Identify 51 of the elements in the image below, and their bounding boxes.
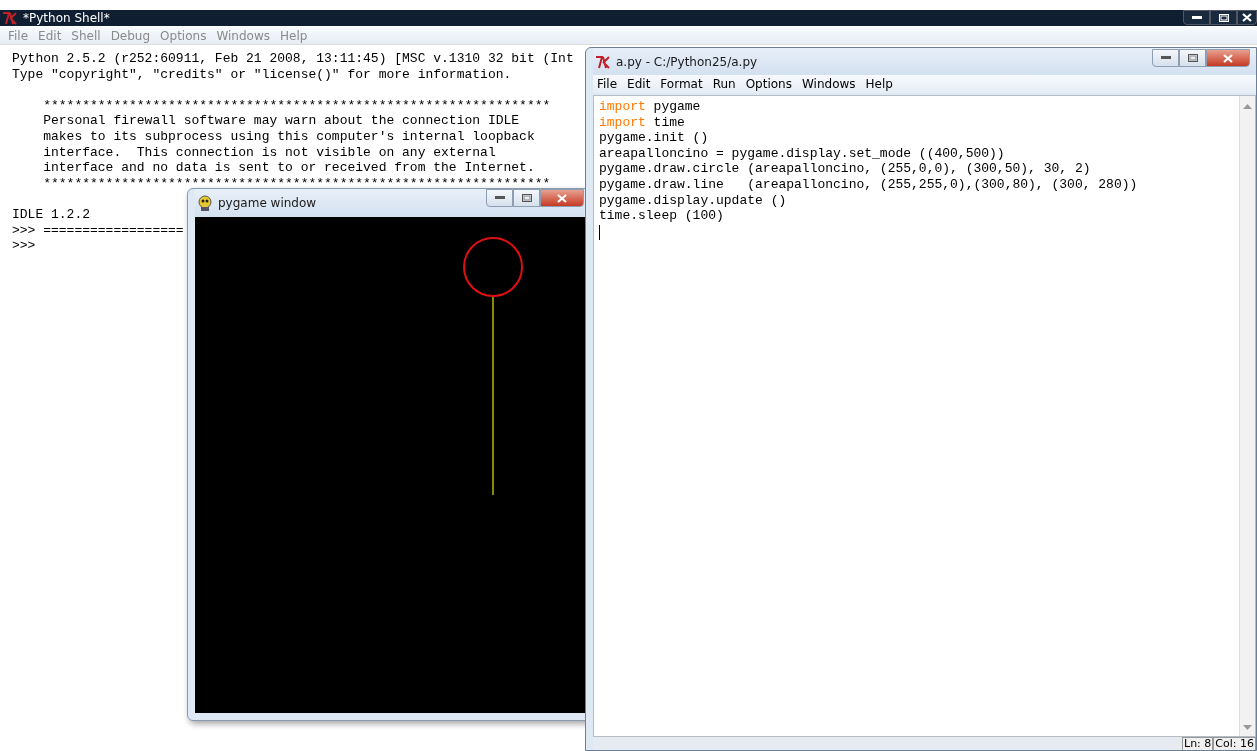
ring-shape <box>463 237 523 297</box>
code-line: time.sleep (100) <box>599 208 724 224</box>
scroll-down-icon[interactable] <box>1243 725 1252 730</box>
code-line: areapalloncino = pygame.display.set_mode ((400,500)) <box>599 145 1005 162</box>
output-line: makes to its subprocess using this computer's internal loopback <box>42 128 535 145</box>
maximize-button[interactable] <box>1179 49 1206 67</box>
code-line: import pygame <box>599 99 701 115</box>
line-number: Ln: 8 <box>1182 737 1214 750</box>
output-line: interface and no data is sent to or received from the Internet. <box>42 160 535 176</box>
window-title: a.py - C:/Python25/a.py <box>616 54 758 69</box>
minimize-icon[interactable] <box>1160 56 1171 60</box>
menu-item[interactable]: Edit <box>627 77 651 91</box>
minimize-icon[interactable] <box>1191 15 1202 20</box>
minimize-icon[interactable] <box>494 196 505 200</box>
output-line: IDLE 1.2.2 <box>12 206 90 223</box>
text-cursor <box>599 224 600 240</box>
code-line: pygame.draw.circle (areapalloncino, (255,0,0), (300,50), 30, 2) <box>599 161 1091 177</box>
output-line: Python 2.5.2 (r252:60911, Feb 21 2008, 13:11:45) [MSC v.1310 32 bit (Int <box>12 51 574 67</box>
window-title: *Python Shell* <box>23 11 110 25</box>
maximize-button[interactable] <box>1210 10 1237 25</box>
output-line: interface. This connection is not visible on any external <box>42 144 496 161</box>
column-number: Col: 16 <box>1213 737 1256 750</box>
menu-item[interactable]: Options <box>745 77 792 91</box>
output-line: Personal firewall software may warn about the connection IDLE <box>42 113 520 129</box>
close-button[interactable] <box>1237 10 1257 25</box>
code-line: import time <box>599 114 685 131</box>
minimize-button[interactable] <box>1183 10 1210 25</box>
scroll-up-icon[interactable] <box>1243 104 1252 109</box>
minimize-button[interactable] <box>1152 49 1179 67</box>
close-icon[interactable] <box>1242 13 1252 22</box>
scrollbar[interactable] <box>1239 96 1255 736</box>
window-title: pygame window <box>218 196 317 210</box>
output-line: ***************************************************************** <box>42 175 551 192</box>
code-line: pygame.display.update () <box>599 192 787 209</box>
menu-item[interactable]: Help <box>865 77 893 91</box>
output-line: ***************************************************************** <box>42 97 551 114</box>
idle-icon[interactable] <box>2 11 18 25</box>
idle-icon[interactable] <box>595 54 611 69</box>
maximize-icon[interactable] <box>1187 54 1198 62</box>
maximize-icon[interactable] <box>521 194 532 202</box>
menu-item[interactable]: Run <box>712 77 736 91</box>
menu-item[interactable]: File <box>597 77 618 91</box>
code-line: pygame.draw.line (areapalloncino, (255,255,0),(300,80), (300, 280)) <box>599 176 1138 193</box>
minimize-button[interactable] <box>486 189 513 207</box>
output-line: Type "copyright", "credits" or "license()" for more information. <box>12 66 512 83</box>
code-line: pygame.init () <box>599 130 709 146</box>
menu-item[interactable]: Windows <box>801 77 856 91</box>
output-line: >>> <box>12 238 36 254</box>
menu-item[interactable]: Format <box>660 77 703 91</box>
maximize-button[interactable] <box>513 189 540 207</box>
output-line: >>> ================== <box>12 222 184 239</box>
